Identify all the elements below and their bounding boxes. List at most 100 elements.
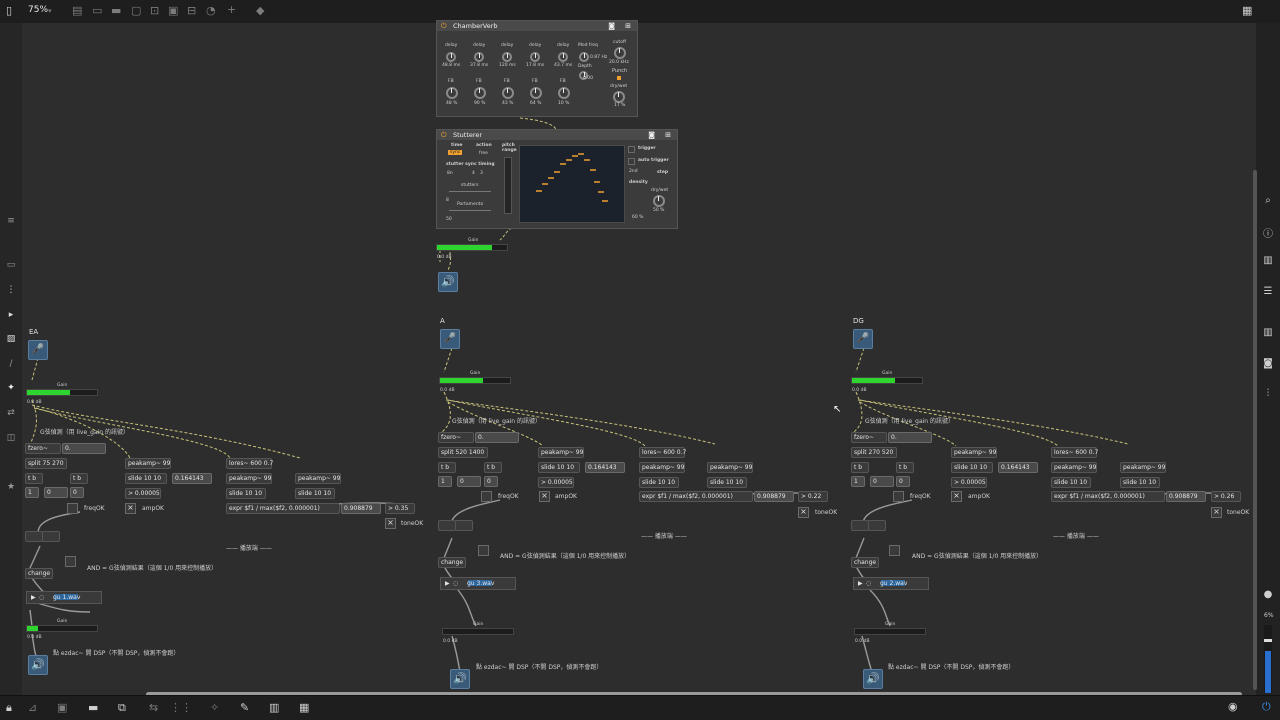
lores-object[interactable]: lores~ 600 0.7: [226, 458, 273, 469]
trigger-object-1[interactable]: t b: [851, 462, 869, 473]
lock-icon[interactable]: 🔒︎: [6, 702, 12, 714]
lores-object[interactable]: lores~ 600 0.7: [1051, 447, 1098, 458]
slide-object-2[interactable]: slide 10 10: [639, 477, 679, 488]
message-0b[interactable]: 0: [896, 476, 910, 487]
sync-timing-value2[interactable]: 4: [472, 171, 475, 176]
gain-slider[interactable]: [851, 377, 923, 384]
loop-icon[interactable]: ◌: [39, 592, 44, 603]
expr-object[interactable]: expr $f1 / max($f2, 0.000001): [226, 503, 340, 514]
slide-object-2[interactable]: slide 10 10: [1051, 477, 1091, 488]
message-0[interactable]: 0: [870, 476, 894, 487]
peakamp-object-3[interactable]: peakamp~ 99: [1120, 462, 1166, 473]
settings-icon[interactable]: ⊞: [625, 21, 631, 31]
pitch-range-slider[interactable]: [504, 157, 512, 214]
fzero-object[interactable]: fzero~: [851, 432, 887, 443]
threshold-object[interactable]: > 0.00005: [538, 477, 574, 488]
edit-icon[interactable]: ⊿: [28, 702, 37, 714]
bang-button[interactable]: [67, 503, 78, 514]
play-circle-icon[interactable]: ◉: [1228, 701, 1238, 713]
top-gain-slider[interactable]: [436, 244, 508, 251]
slide-object-3[interactable]: slide 10 10: [295, 488, 335, 499]
trigger-object-2[interactable]: t b: [484, 462, 502, 473]
action-value[interactable]: free: [479, 151, 488, 156]
split-object[interactable]: split 520 1400: [438, 447, 488, 458]
presentation-icon[interactable]: ▣: [57, 702, 67, 714]
fzero-number[interactable]: 0.: [475, 432, 519, 443]
microphone-icon[interactable]: 🎤: [853, 329, 873, 349]
power-icon[interactable]: ⏻: [441, 21, 447, 31]
wrench-icon[interactable]: ✎: [240, 702, 249, 714]
message-0[interactable]: 0: [44, 487, 68, 498]
peakamp-object-2[interactable]: peakamp~ 99: [639, 462, 685, 473]
time-sync-button[interactable]: sync: [448, 150, 463, 155]
change-object[interactable]: change: [438, 557, 466, 568]
delay4-knob[interactable]: [530, 52, 540, 62]
device-title-bar[interactable]: ⏻ ChamberVerb ◙ ⊞: [437, 21, 637, 31]
peakamp-object-3[interactable]: peakamp~ 99: [295, 473, 341, 484]
trigger-object-2[interactable]: t b: [896, 462, 914, 473]
speaker-icon[interactable]: 🔊: [438, 272, 458, 292]
slide-object-2[interactable]: slide 10 10: [226, 488, 266, 499]
device-title-bar[interactable]: ⏻ Stutterer ◙ ⊞: [437, 130, 677, 140]
loop-icon[interactable]: ◌: [453, 578, 458, 589]
keyboard-icon[interactable]: ▦: [299, 702, 309, 714]
tone-threshold[interactable]: > 0.35: [385, 503, 415, 514]
connect-icon[interactable]: ⇆: [149, 702, 158, 714]
change-object[interactable]: change: [851, 557, 879, 568]
fb5-knob[interactable]: [558, 87, 570, 99]
grid-icon[interactable]: ⋮⋮: [170, 702, 192, 714]
and-object-2[interactable]: [455, 520, 473, 531]
fb1-knob[interactable]: [446, 87, 458, 99]
trigger-object-1[interactable]: t b: [438, 462, 456, 473]
bang-button-2[interactable]: [889, 545, 900, 556]
drywet-knob[interactable]: [653, 195, 665, 207]
and-object[interactable]: [25, 531, 43, 542]
peakamp-object[interactable]: peakamp~ 99: [951, 447, 997, 458]
message-0b[interactable]: 0: [484, 476, 498, 487]
slide-object[interactable]: slide 10 10: [125, 473, 167, 484]
peakamp-object[interactable]: peakamp~ 99: [125, 458, 171, 469]
camera-icon[interactable]: ◙: [648, 130, 655, 140]
fzero-number[interactable]: 0.: [888, 432, 932, 443]
message-1[interactable]: 1: [25, 487, 39, 498]
delay2-knob[interactable]: [474, 52, 484, 62]
slide-object[interactable]: slide 10 10: [538, 462, 580, 473]
gain-slider[interactable]: [439, 377, 511, 384]
toggle-ampok[interactable]: ×: [539, 491, 550, 502]
bang-button[interactable]: [481, 491, 492, 502]
slide-number[interactable]: 0.164143: [172, 473, 212, 484]
play-icon[interactable]: ▶: [31, 592, 36, 603]
toggle-ampok[interactable]: ×: [125, 503, 136, 514]
peakamp-object-3[interactable]: peakamp~ 99: [707, 462, 753, 473]
fb2-knob[interactable]: [474, 87, 486, 99]
lores-object[interactable]: lores~ 600 0.7: [639, 447, 686, 458]
bang-button-2[interactable]: [478, 545, 489, 556]
peakamp-object-2[interactable]: peakamp~ 99: [226, 473, 272, 484]
bang-button-2[interactable]: [65, 556, 76, 567]
toggle-toneok[interactable]: ×: [385, 518, 396, 529]
and-object[interactable]: [438, 520, 456, 531]
fzero-number[interactable]: 0.: [62, 443, 106, 454]
fzero-object[interactable]: fzero~: [438, 432, 474, 443]
expr-number[interactable]: 0.908879: [341, 503, 381, 514]
fzero-object[interactable]: fzero~: [25, 443, 61, 454]
step-value[interactable]: 2nd: [629, 169, 638, 174]
ezdac-speaker-icon[interactable]: 🔊: [863, 669, 883, 689]
debug-icon[interactable]: ✧: [210, 702, 219, 714]
ezdac-speaker-icon[interactable]: 🔊: [28, 655, 48, 675]
delay1-knob[interactable]: [446, 52, 456, 62]
message-0b[interactable]: 0: [70, 487, 84, 498]
gain-slider[interactable]: [26, 389, 98, 396]
expr-object[interactable]: expr $f1 / max($f2, 0.000001): [639, 491, 753, 502]
play-icon[interactable]: ▶: [445, 578, 450, 589]
expr-object[interactable]: expr $f1 / max($f2, 0.000001): [1051, 491, 1165, 502]
drywet-knob[interactable]: [613, 91, 625, 103]
fb4-knob[interactable]: [530, 87, 542, 99]
split-object[interactable]: split 75 270: [25, 458, 67, 469]
sfplay-object[interactable]: ▶ ◌ gu 2.wav: [853, 577, 929, 590]
tone-threshold[interactable]: > 0.26: [1211, 491, 1241, 502]
peakamp-object[interactable]: peakamp~ 99: [538, 447, 584, 458]
microphone-icon[interactable]: 🎤: [440, 329, 460, 349]
loop-icon[interactable]: ◌: [866, 578, 871, 589]
slide-object[interactable]: slide 10 10: [951, 462, 993, 473]
